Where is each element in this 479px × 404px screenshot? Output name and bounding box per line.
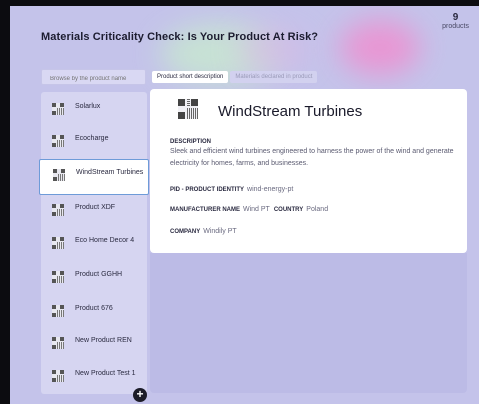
manufacturer-row: MANUFACTURER NAME Wind PT COUNTRY Poland xyxy=(170,206,332,213)
product-list: Solarlux Ecocharge WindStream Turbines P… xyxy=(39,92,149,402)
qr-code-icon xyxy=(52,204,64,216)
qr-code-icon xyxy=(52,337,64,349)
list-item-label: Solarlux xyxy=(75,103,101,110)
qr-code-icon xyxy=(178,99,198,119)
list-item-label: Eco Home Decor 4 xyxy=(75,237,135,244)
detail-lower-panel xyxy=(150,253,467,393)
manufacturer-label: MANUFACTURER NAME xyxy=(170,207,240,213)
list-item-new-product-ren[interactable]: New Product REN xyxy=(41,328,147,364)
qr-code-icon xyxy=(52,271,64,283)
background-glow-pink xyxy=(340,20,420,75)
list-item-label: Product 676 xyxy=(75,305,113,312)
list-item-windstream-turbines[interactable]: WindStream Turbines xyxy=(39,159,149,195)
product-count: 9 products xyxy=(442,12,469,30)
pid-row: PID - PRODUCT IDENTITY wind-energy-pt xyxy=(170,186,297,193)
company-value: Windily PT xyxy=(203,228,237,235)
app-panel: Materials Criticality Check: Is Your Pro… xyxy=(10,6,479,404)
list-item-label: Product XDF xyxy=(75,204,116,211)
product-count-label: products xyxy=(442,23,469,30)
product-name: WindStream Turbines xyxy=(218,103,363,120)
page-title: Materials Criticality Check: Is Your Pro… xyxy=(41,31,319,43)
product-count-number: 9 xyxy=(452,12,459,23)
list-item-new-product-test-1[interactable]: New Product Test 1 xyxy=(41,361,147,397)
product-detail-card: WindStream Turbines DESCRIPTION Sleek an… xyxy=(150,89,467,253)
list-item-label: WindStream Turbines xyxy=(76,169,144,176)
company-label: COMPANY xyxy=(170,229,201,235)
qr-code-icon xyxy=(52,103,64,115)
tab-short-description[interactable]: Product short description xyxy=(152,71,229,83)
company-row: COMPANY Windily PT xyxy=(170,228,241,235)
qr-code-icon xyxy=(52,370,64,382)
list-item-eco-home-decor-4[interactable]: Eco Home Decor 4 xyxy=(41,228,147,264)
tab-bar: Product short description Materials decl… xyxy=(152,71,318,83)
list-item-product-xdf[interactable]: Product XDF xyxy=(41,195,147,231)
list-item-product-676[interactable]: Product 676 xyxy=(41,296,147,332)
pid-label: PID - PRODUCT IDENTITY xyxy=(170,187,245,193)
add-product-button[interactable]: + xyxy=(133,388,147,402)
manufacturer-value: Wind PT xyxy=(243,206,270,213)
country-value: Poland xyxy=(306,206,329,213)
list-item-ecocharge[interactable]: Ecocharge xyxy=(41,126,147,162)
description-text: Sleek and efficient wind turbines engine… xyxy=(170,148,454,167)
qr-code-icon xyxy=(53,169,65,181)
qr-code-icon xyxy=(52,135,64,147)
list-item-label: Product GGHH xyxy=(75,271,123,278)
list-item-label: New Product REN xyxy=(75,337,132,344)
tab-materials-declared[interactable]: Materials declared in product xyxy=(230,71,318,83)
list-item-solarlux[interactable]: Solarlux xyxy=(41,94,147,130)
list-item-label: New Product Test 1 xyxy=(75,370,136,377)
qr-code-icon xyxy=(52,237,64,249)
list-item-product-gghh[interactable]: Product GGHH xyxy=(41,262,147,298)
country-label: COUNTRY xyxy=(273,207,304,213)
description-label: DESCRIPTION xyxy=(170,139,212,145)
search-input[interactable] xyxy=(41,69,146,85)
qr-code-icon xyxy=(52,305,64,317)
list-item-label: Ecocharge xyxy=(75,135,109,142)
pid-value: wind-energy-pt xyxy=(247,186,294,193)
